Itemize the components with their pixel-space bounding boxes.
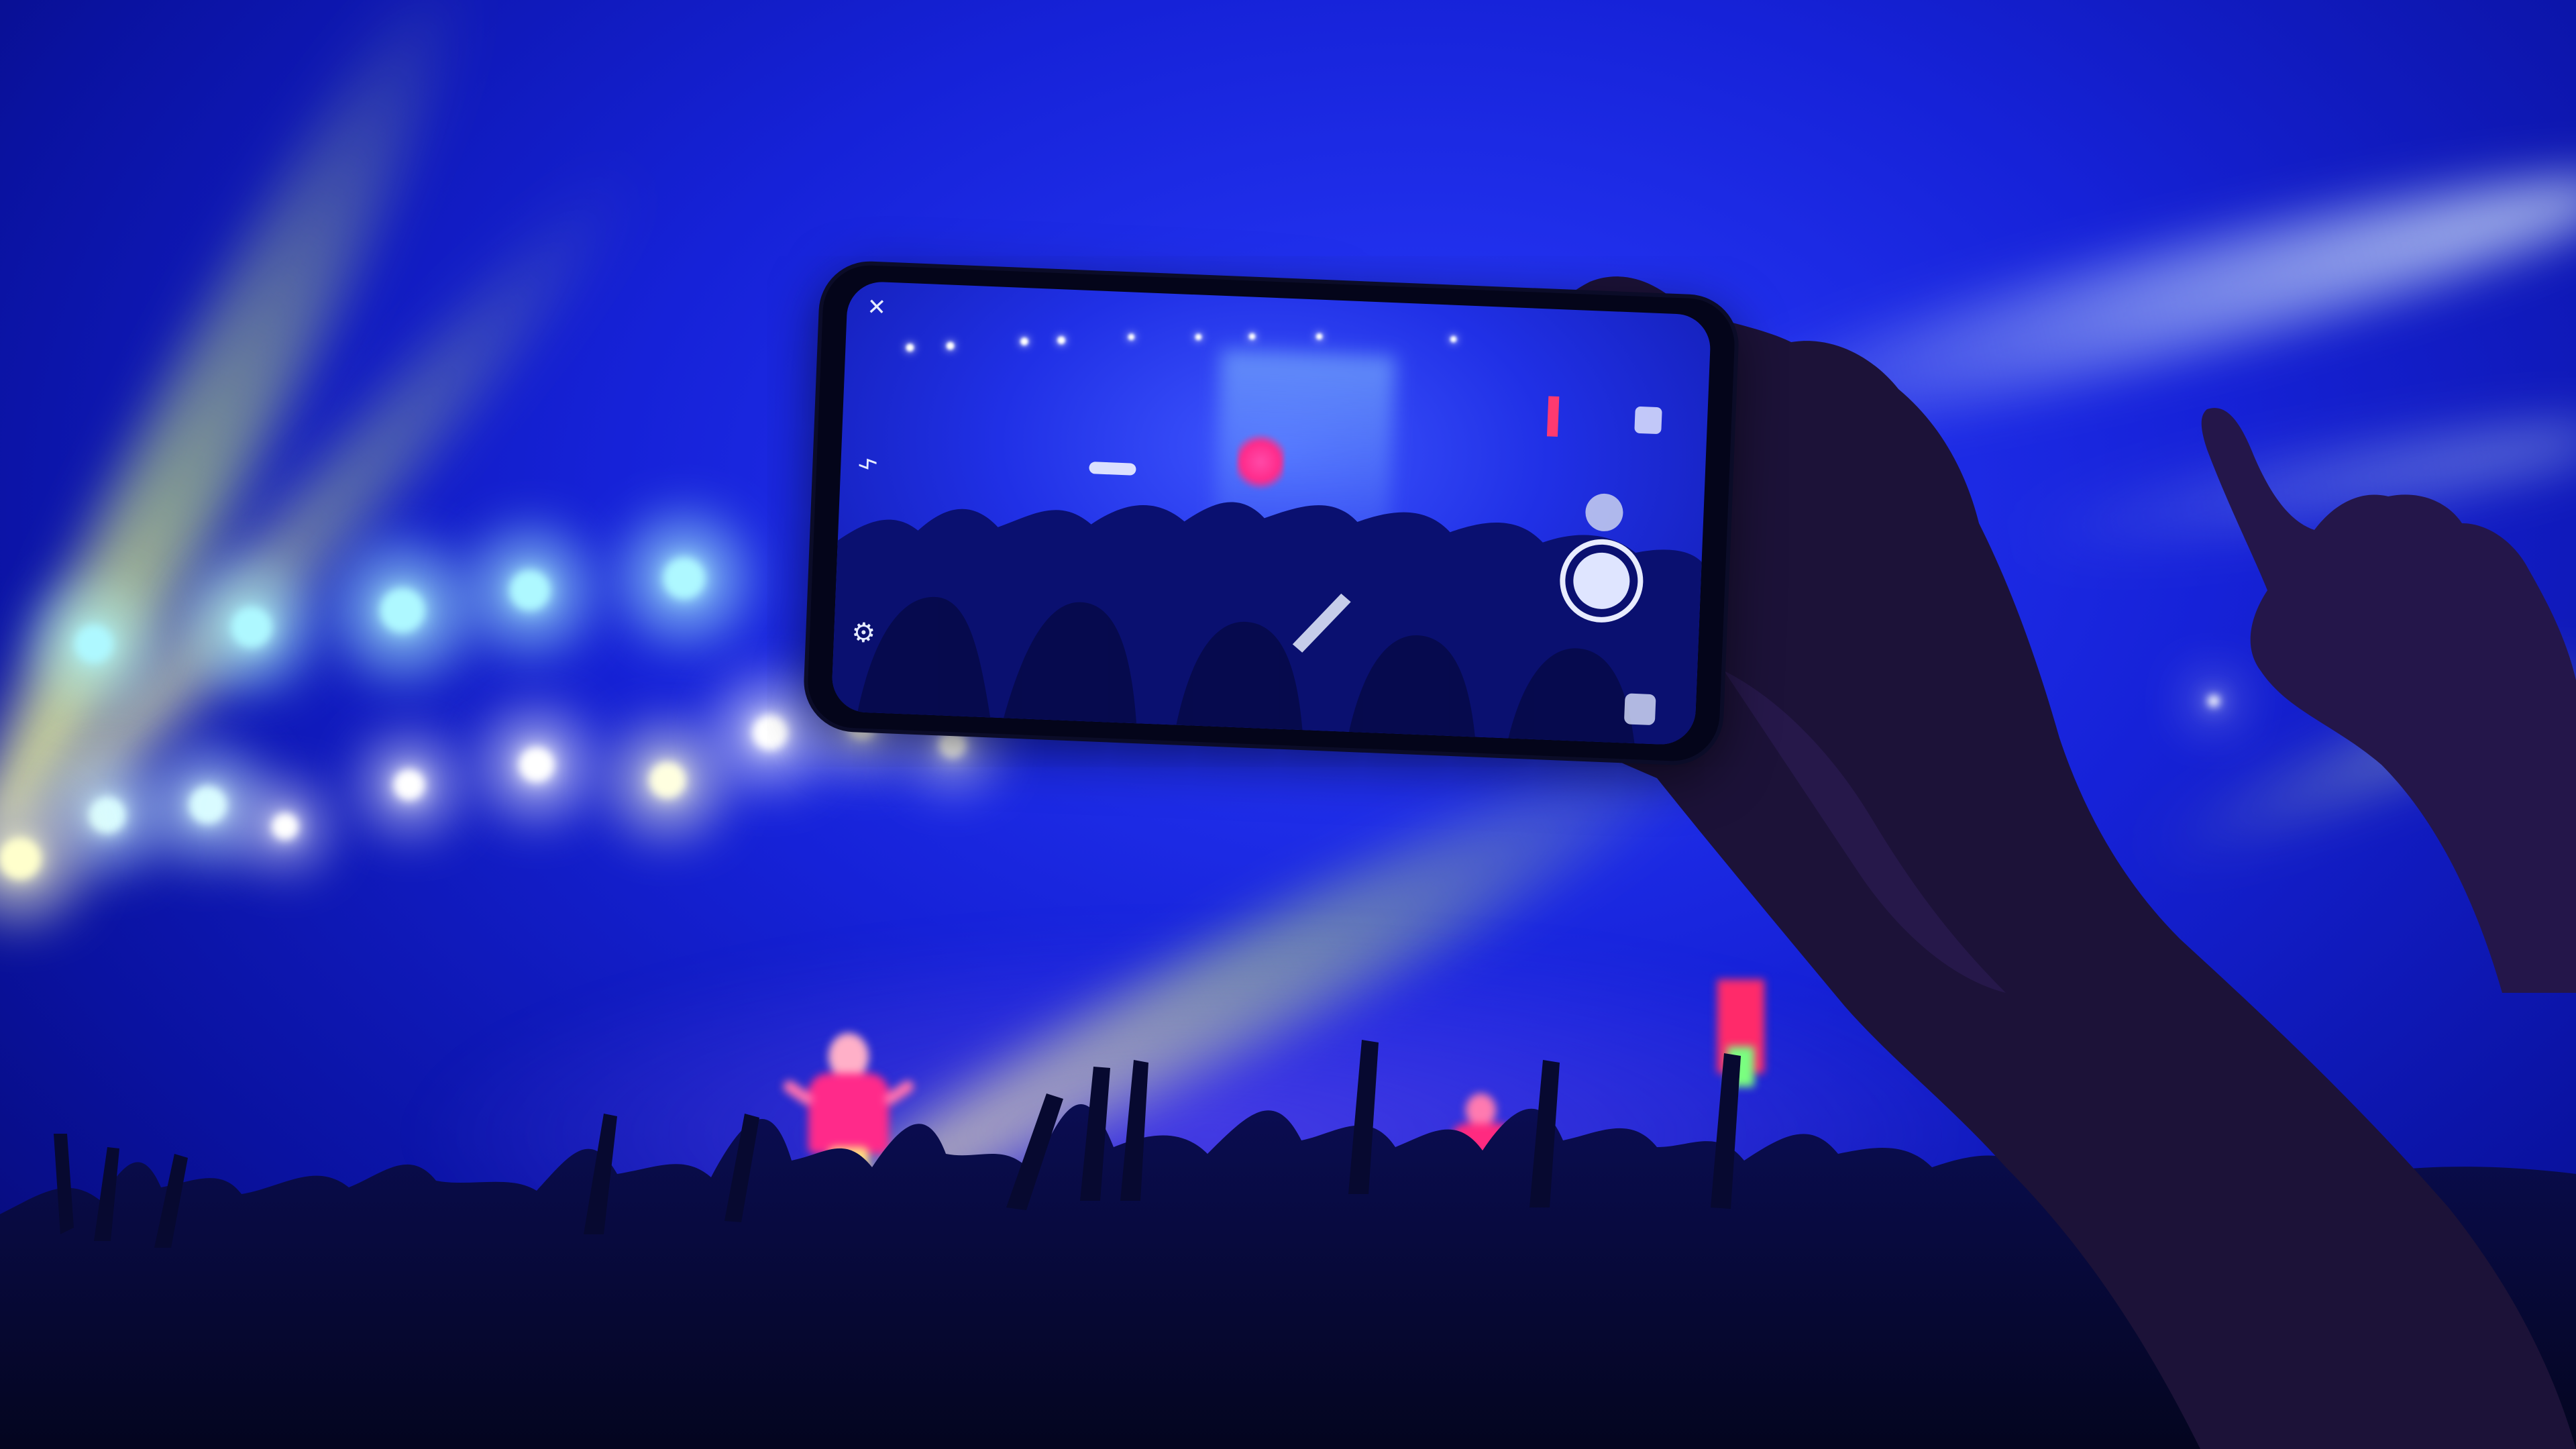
spotlight xyxy=(0,838,41,879)
flash-off-icon[interactable]: ϟ xyxy=(854,449,885,480)
viewfinder-spotlight xyxy=(1020,337,1029,346)
spotlight xyxy=(394,769,425,800)
spotlight xyxy=(939,731,966,758)
shutter-button-inner xyxy=(1572,551,1631,610)
spotlight xyxy=(649,762,686,798)
gear-icon[interactable]: ⚙ xyxy=(847,616,880,650)
viewfinder-spotlight xyxy=(1128,333,1135,341)
spotlight xyxy=(75,625,113,663)
gallery-thumbnail-icon[interactable] xyxy=(1623,693,1656,726)
viewfinder-spotlight xyxy=(1450,335,1457,343)
spotlight xyxy=(380,588,425,633)
spotlight xyxy=(89,797,125,833)
viewfinder-spotlight xyxy=(906,343,914,352)
viewfinder-spotlight xyxy=(1316,333,1323,340)
spotlight xyxy=(753,715,788,750)
camera-switch-icon[interactable] xyxy=(1634,406,1662,435)
viewfinder-spotlight xyxy=(1248,333,1256,340)
viewfinder-spotlight xyxy=(1195,333,1202,341)
viewfinder-spotlight xyxy=(946,341,955,350)
spotlight xyxy=(189,786,227,824)
smartphone: ✕ ϟ ⚙ xyxy=(806,263,1737,763)
camera-viewfinder[interactable]: ✕ ϟ ⚙ xyxy=(830,280,1712,746)
spotlight xyxy=(231,607,272,647)
concert-scene: ✕ ϟ ⚙ xyxy=(0,0,2576,1449)
viewfinder-spotlight xyxy=(1057,335,1066,345)
close-icon[interactable]: ✕ xyxy=(861,292,892,323)
spotlight xyxy=(519,747,554,782)
spotlight xyxy=(272,813,299,840)
viewfinder-banner xyxy=(1546,396,1560,437)
spotlight xyxy=(510,570,550,610)
spotlight xyxy=(663,557,705,599)
